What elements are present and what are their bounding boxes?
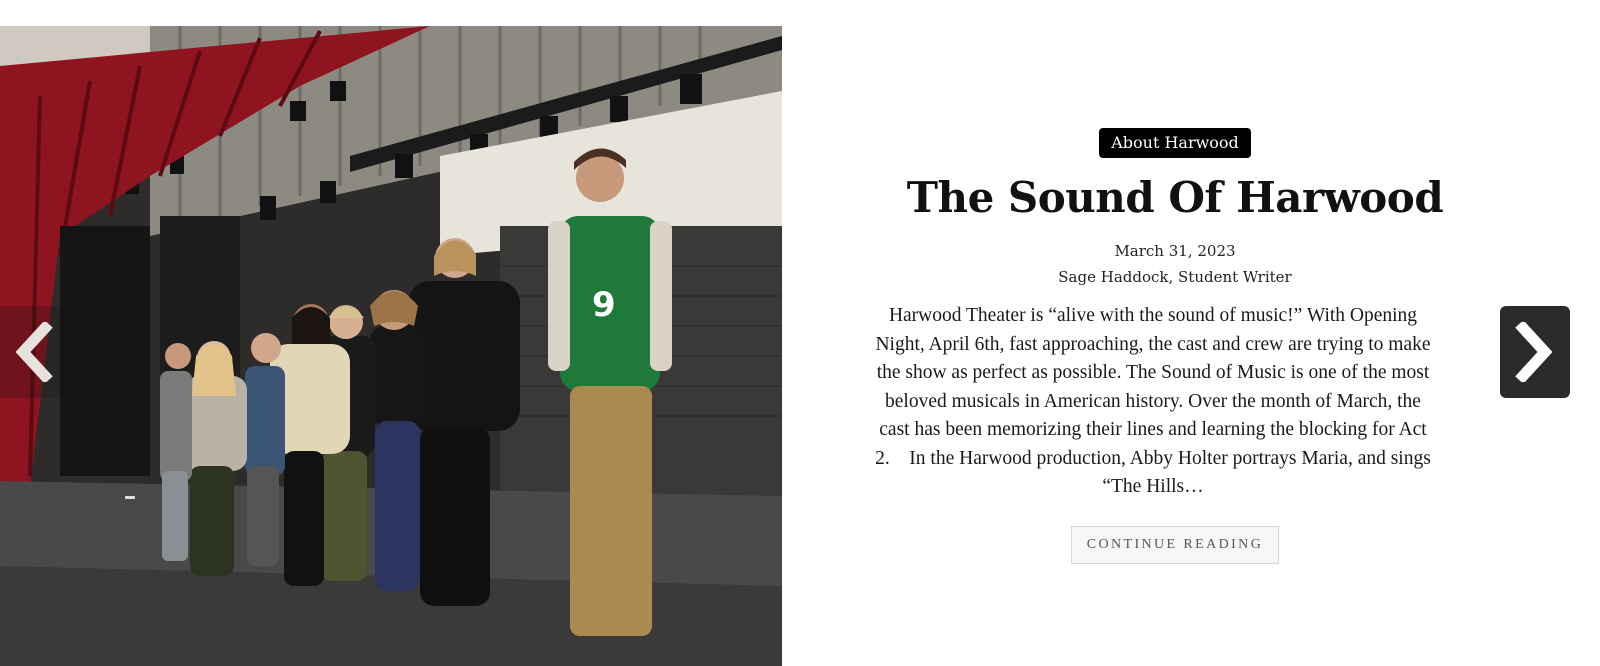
excerpt-line: Harwood Theater is “alive with the sound… (888, 305, 1418, 326)
svg-text:9: 9 (592, 285, 616, 325)
featured-slide: 9 About Harwood The Sound Of Harwood Mar… (0, 0, 1600, 666)
stage-photo: 9 (0, 26, 782, 666)
excerpt-line: cast has been memorizing their lines and… (879, 419, 1427, 440)
excerpt-line: the show as perfect as possible. The Sou… (876, 362, 1430, 383)
article-byline[interactable]: Sage Haddock, Student Writer (855, 264, 1495, 290)
category-badge[interactable]: About Harwood (1099, 128, 1251, 158)
continue-reading-button[interactable]: CONTINUE READING (1070, 525, 1280, 564)
chevron-left-icon (15, 322, 53, 382)
article-date: March 31, 2023 (1114, 242, 1236, 260)
featured-image[interactable]: 9 (0, 26, 782, 666)
excerpt-line: 2. In the Harwood production, Abby Holte… (875, 447, 1431, 469)
excerpt-line: Night, April 6th, fast approaching, the … (875, 333, 1431, 355)
article-excerpt: Harwood Theater is “alive with the sound… (838, 302, 1468, 502)
chevron-right-icon (1515, 322, 1553, 382)
article-title[interactable]: The Sound Of Harwood (855, 172, 1495, 224)
excerpt-line: beloved musicals in American history. Ov… (885, 390, 1421, 412)
excerpt-line: “The Hills… (1102, 476, 1204, 497)
next-slide-button[interactable] (1500, 306, 1570, 398)
previous-slide-button[interactable] (0, 306, 66, 398)
slide-content: About Harwood The Sound Of Harwood March… (855, 128, 1495, 564)
